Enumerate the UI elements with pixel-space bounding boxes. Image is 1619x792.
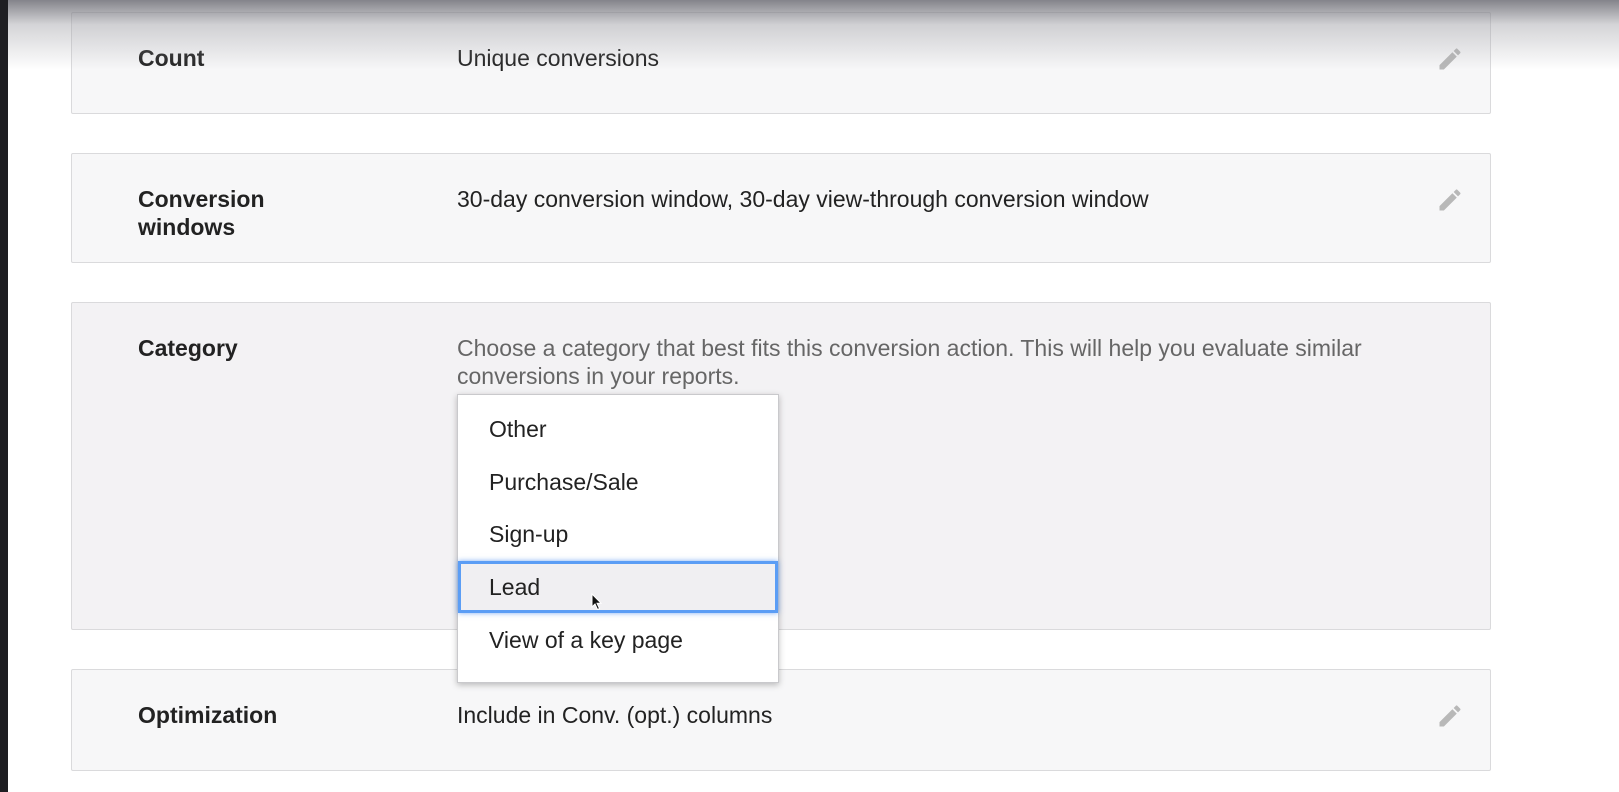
count-value: Unique conversions bbox=[457, 45, 660, 71]
category-option-lead[interactable]: Lead bbox=[458, 561, 778, 613]
optimization-value: Include in Conv. (opt.) columns bbox=[457, 702, 773, 728]
count-label: Count bbox=[138, 45, 205, 71]
conversion-windows-value: 30-day conversion window, 30-day view-th… bbox=[457, 186, 1149, 212]
optimization-label: Optimization bbox=[138, 702, 278, 728]
category-option-other[interactable]: Other bbox=[458, 403, 778, 455]
mouse-pointer-icon bbox=[591, 593, 603, 611]
count-row: Count Unique conversions bbox=[71, 12, 1491, 114]
category-option-view-key-page[interactable]: View of a key page bbox=[458, 614, 778, 666]
conversion-windows-row: Conversion windows 30-day conversion win… bbox=[71, 153, 1491, 263]
category-dropdown-menu: Other Purchase/Sale Sign-up Lead View of… bbox=[457, 394, 779, 683]
optimization-row: Optimization Include in Conv. (opt.) col… bbox=[71, 669, 1491, 771]
pencil-icon[interactable] bbox=[1436, 186, 1464, 214]
category-option-lead-label: Lead bbox=[489, 574, 541, 600]
conversion-settings-page: Count Unique conversions Conversion wind… bbox=[8, 0, 1619, 792]
pencil-icon[interactable] bbox=[1436, 702, 1464, 730]
category-description: Choose a category that best fits this co… bbox=[457, 335, 1362, 389]
category-row: Category Choose a category that best fit… bbox=[71, 302, 1491, 630]
category-label: Category bbox=[138, 335, 238, 361]
category-option-purchase-sale[interactable]: Purchase/Sale bbox=[458, 456, 778, 508]
pencil-icon[interactable] bbox=[1436, 45, 1464, 73]
category-option-sign-up[interactable]: Sign-up bbox=[458, 508, 778, 560]
conversion-windows-label: Conversion windows bbox=[138, 186, 265, 240]
